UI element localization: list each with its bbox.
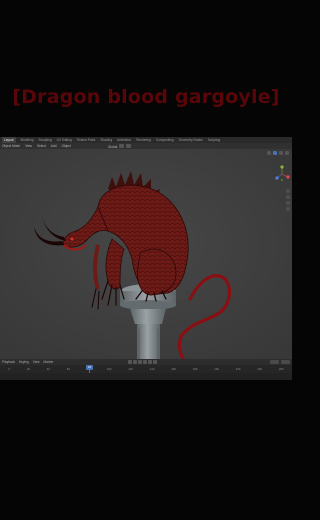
menu-marker[interactable]: Marker (44, 359, 54, 365)
rendered-shading-icon[interactable] (285, 151, 289, 155)
solid-shading-icon[interactable] (273, 151, 277, 155)
ruler-tick: 240 (257, 367, 262, 371)
keyframe-track-area[interactable] (0, 373, 292, 380)
pan-icon[interactable] (286, 195, 290, 199)
material-shading-icon[interactable] (279, 151, 283, 155)
playback-controls (128, 360, 157, 364)
perspective-icon[interactable] (286, 207, 290, 211)
ruler-tick: 40 (46, 367, 50, 371)
play-reverse-icon[interactable] (138, 360, 142, 364)
frame-ruler[interactable]: 0 20 40 60 80 100 120 140 160 180 200 22… (0, 366, 292, 372)
jump-start-icon[interactable] (128, 360, 132, 364)
ruler-tick: 120 (128, 367, 133, 371)
viewport-side-tools (286, 189, 291, 211)
overlay-title: [Dragon blood gargoyle] (12, 86, 280, 108)
next-keyframe-icon[interactable] (148, 360, 152, 364)
menu-timeline-view[interactable]: View (33, 359, 40, 365)
play-icon[interactable] (143, 360, 147, 364)
proportional-edit-icon[interactable] (126, 144, 132, 148)
jump-end-icon[interactable] (153, 360, 157, 364)
ruler-tick: 0 (8, 367, 10, 371)
ruler-tick: 160 (171, 367, 176, 371)
viewport-shading-buttons (267, 151, 289, 155)
camera-icon[interactable] (286, 201, 290, 205)
ruler-tick: 180 (192, 367, 198, 371)
snap-icon[interactable] (119, 144, 125, 148)
ruler-tick: 60 (66, 367, 70, 371)
ruler-tick: 100 (106, 367, 112, 371)
prev-keyframe-icon[interactable] (133, 360, 137, 364)
menu-keying[interactable]: Keying (19, 359, 29, 365)
ruler-tick: 140 (149, 367, 155, 371)
end-frame-field[interactable] (281, 360, 290, 364)
blender-window: Layout Modeling Sculpting UV Editing Tex… (0, 137, 292, 380)
ruler-tick: 20 (26, 367, 30, 371)
ruler-tick: 200 (214, 367, 219, 371)
frame-range-fields (270, 360, 290, 364)
wireframe-shading-icon[interactable] (267, 151, 271, 155)
timeline-editor: Playback Keying View Marker 0 20 40 60 8… (0, 359, 292, 380)
viewport-canvas (0, 149, 292, 359)
menu-playback[interactable]: Playback (2, 359, 15, 365)
zoom-icon[interactable] (286, 189, 290, 193)
navigation-gizmo[interactable] (274, 165, 290, 183)
start-frame-field[interactable] (270, 360, 279, 364)
3d-viewport[interactable] (0, 149, 292, 359)
ruler-tick: 220 (235, 367, 241, 371)
ruler-tick: 260 (278, 367, 284, 371)
